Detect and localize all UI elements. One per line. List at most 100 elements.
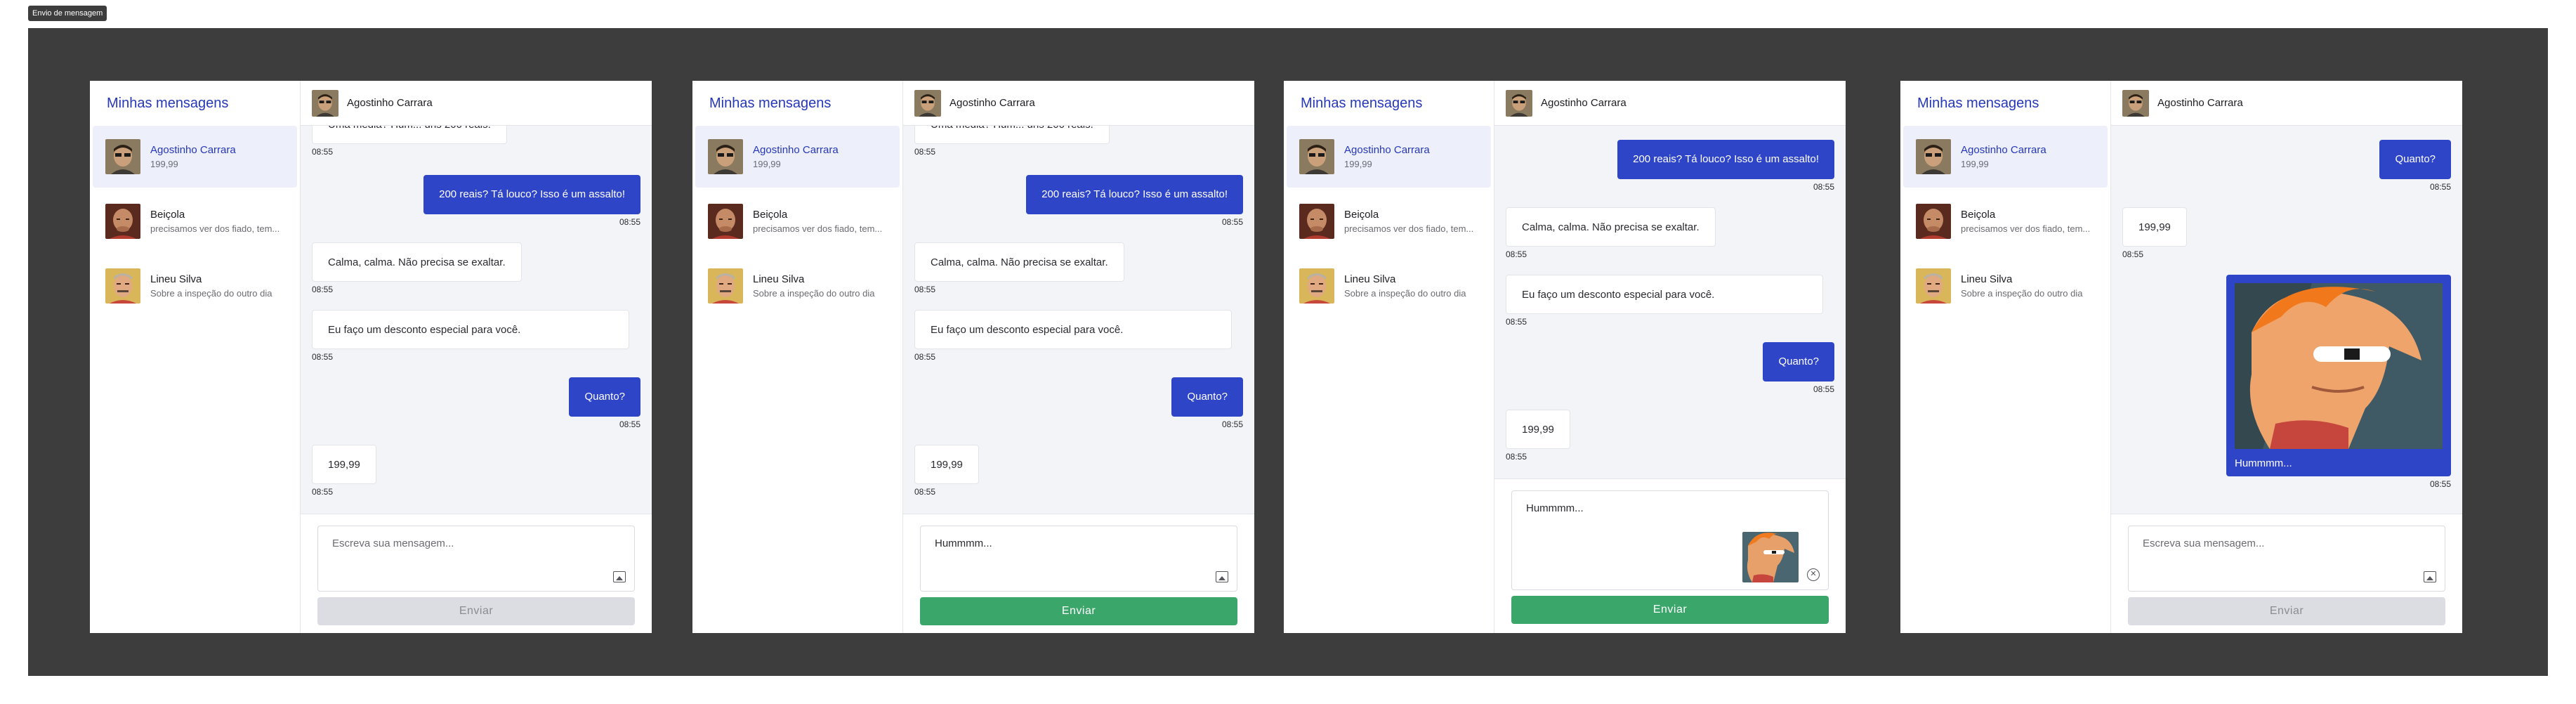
sidebar: Minhas mensagens Agostinho Carrara 199,9…: [1284, 81, 1494, 633]
sidebar-title: Minhas mensagens: [709, 95, 832, 111]
send-button[interactable]: Enviar: [317, 597, 635, 625]
message-input-placeholder: Escreva sua mensagem...: [2143, 537, 2265, 549]
contact-agostinho[interactable]: Agostinho Carrara 199,99: [1287, 126, 1491, 188]
message-input[interactable]: Escreva sua mensagem...: [2128, 526, 2445, 592]
message-bubble: Quanto?: [2379, 140, 2451, 179]
fry-meme-image[interactable]: [2235, 283, 2443, 449]
message-time: 08:55: [1221, 419, 1243, 429]
message-outgoing: Quanto? 08:55: [914, 377, 1243, 429]
image-attach-icon[interactable]: [613, 571, 626, 582]
contact-lineu[interactable]: Lineu Silva Sobre a inspeção do outro di…: [695, 255, 900, 317]
screen-empty-composer: Minhas mensagens Agostinho Carrara 199,9…: [90, 81, 652, 633]
contact-beicola[interactable]: Beiçola precisamos ver dos fiado, tem...: [93, 190, 297, 252]
contact-agostinho[interactable]: Agostinho Carrara 199,99: [695, 126, 900, 188]
message-input[interactable]: Escreva sua mensagem...: [317, 526, 635, 592]
message-bubble: Eu faço um desconto especial para você.: [1506, 275, 1823, 314]
contact-agostinho[interactable]: Agostinho Carrara 199,99: [1903, 126, 2108, 188]
attached-image-thumbnail: [1742, 532, 1799, 582]
contact-preview: 199,99: [1344, 159, 1372, 169]
message-time: 08:55: [312, 487, 334, 497]
image-attach-icon[interactable]: [2424, 571, 2436, 582]
person-sunglasses-avatar: [708, 139, 743, 174]
person-bald-avatar: [1299, 204, 1334, 239]
chat-panel: Agostinho Carrara Uma média? Hum... uns …: [903, 81, 1254, 633]
person-sunglasses-avatar: [312, 89, 339, 117]
message-bubble: Uma média? Hum... uns 200 reais.: [914, 126, 1110, 144]
message-time: 08:55: [312, 352, 334, 362]
message-incoming: 199,99 08:55: [914, 445, 1243, 497]
message-input[interactable]: Hummmm...: [920, 526, 1237, 592]
contact-preview: Sobre a inspeção do outro dia: [1961, 288, 2083, 299]
contact-preview: precisamos ver dos fiado, tem...: [753, 223, 883, 234]
remove-attachment-icon[interactable]: ✕: [1807, 568, 1820, 581]
chat-panel: Agostinho Carrara Quanto? 08:55 199,99 0…: [2111, 81, 2462, 633]
person-mustache-avatar: [1916, 268, 1951, 304]
message-incoming: 199,99 08:55: [2122, 207, 2451, 259]
contact-agostinho[interactable]: Agostinho Carrara 199,99: [93, 126, 297, 188]
message-outgoing: Quanto? 08:55: [1506, 342, 1834, 394]
message-outgoing: 200 reais? Tá louco? Isso é um assalto! …: [312, 175, 640, 227]
message-outgoing: Quanto? 08:55: [312, 377, 640, 429]
message-bubble: Calma, calma. Não precisa se exaltar.: [914, 242, 1124, 282]
contact-preview: Sobre a inspeção do outro dia: [1344, 288, 1466, 299]
contact-preview: precisamos ver dos fiado, tem...: [1961, 223, 2091, 234]
message-bubble: 199,99: [312, 445, 376, 484]
message-time: 08:55: [312, 147, 334, 157]
sidebar-title: Minhas mensagens: [1917, 95, 2039, 111]
message-incoming: 199,99 08:55: [1506, 410, 1834, 462]
person-sunglasses-avatar: [1506, 89, 1532, 117]
message-time: 08:55: [619, 419, 640, 429]
send-button[interactable]: Enviar: [920, 597, 1237, 625]
sidebar-title: Minhas mensagens: [1301, 95, 1423, 111]
contact-beicola[interactable]: Beiçola precisamos ver dos fiado, tem...: [1903, 190, 2108, 252]
contact-preview: 199,99: [150, 159, 178, 169]
chat-header: Agostinho Carrara: [2111, 81, 2462, 126]
message-time: 08:55: [1813, 384, 1834, 394]
message-bubble: Quanto?: [1171, 377, 1243, 417]
contact-name: Agostinho Carrara: [1961, 144, 2046, 156]
message-bubble: Calma, calma. Não precisa se exaltar.: [312, 242, 522, 282]
contact-name: Lineu Silva: [753, 273, 805, 285]
person-mustache-avatar: [1299, 268, 1334, 304]
canvas: Minhas mensagens Agostinho Carrara 199,9…: [28, 28, 2548, 676]
screen-typed-draft: Minhas mensagens Agostinho Carrara 199,9…: [692, 81, 1254, 633]
contact-preview: Sobre a inspeção do outro dia: [150, 288, 272, 299]
person-sunglasses-avatar: [105, 139, 140, 174]
message-list[interactable]: Uma média? Hum... uns 200 reais. 08:55 2…: [903, 126, 1254, 514]
message-time: 08:55: [1813, 182, 1834, 192]
message-input[interactable]: Hummmm... ✕: [1511, 490, 1829, 590]
chat-header: Agostinho Carrara: [903, 81, 1254, 126]
contact-lineu[interactable]: Lineu Silva Sobre a inspeção do outro di…: [1903, 255, 2108, 317]
message-incoming: Calma, calma. Não precisa se exaltar. 08…: [312, 242, 640, 294]
message-time: 08:55: [914, 352, 936, 362]
contact-beicola[interactable]: Beiçola precisamos ver dos fiado, tem...: [1287, 190, 1491, 252]
send-button[interactable]: Enviar: [1511, 596, 1829, 624]
contact-lineu[interactable]: Lineu Silva Sobre a inspeção do outro di…: [93, 255, 297, 317]
message-outgoing-image: Hummmm... 08:55: [2122, 275, 2451, 489]
person-sunglasses-avatar: [1916, 139, 1951, 174]
person-bald-avatar: [1916, 204, 1951, 239]
message-incoming: 199,99 08:55: [312, 445, 640, 497]
contact-beicola[interactable]: Beiçola precisamos ver dos fiado, tem...: [695, 190, 900, 252]
image-attach-icon[interactable]: [1216, 571, 1228, 582]
chat-header-name: Agostinho Carrara: [2157, 97, 2243, 109]
contact-name: Lineu Silva: [1961, 273, 2013, 285]
send-button[interactable]: Enviar: [2128, 597, 2445, 625]
contact-name: Lineu Silva: [150, 273, 202, 285]
message-bubble: Quanto?: [569, 377, 640, 417]
chat-header-name: Agostinho Carrara: [1541, 97, 1627, 109]
message-bubble: 200 reais? Tá louco? Isso é um assalto!: [1617, 140, 1834, 179]
message-bubble: Calma, calma. Não precisa se exaltar.: [1506, 207, 1716, 247]
message-outgoing: 200 reais? Tá louco? Isso é um assalto! …: [914, 175, 1243, 227]
message-list[interactable]: Quanto? 08:55 199,99 08:55 Hummmm... 08:…: [2111, 126, 2462, 514]
message-bubble: 200 reais? Tá louco? Isso é um assalto!: [423, 175, 640, 214]
contact-name: Beiçola: [1344, 209, 1379, 221]
message-time: 08:55: [914, 487, 936, 497]
person-mustache-avatar: [105, 268, 140, 304]
chat-header: Agostinho Carrara: [301, 81, 652, 126]
contact-lineu[interactable]: Lineu Silva Sobre a inspeção do outro di…: [1287, 255, 1491, 317]
message-list[interactable]: 200 reais? Tá louco? Isso é um assalto! …: [1494, 126, 1846, 478]
sidebar-title: Minhas mensagens: [107, 95, 229, 111]
message-incoming: Eu faço um desconto especial para você. …: [914, 310, 1243, 362]
message-list[interactable]: Uma média? Hum... uns 200 reais. 08:55 2…: [301, 126, 652, 514]
